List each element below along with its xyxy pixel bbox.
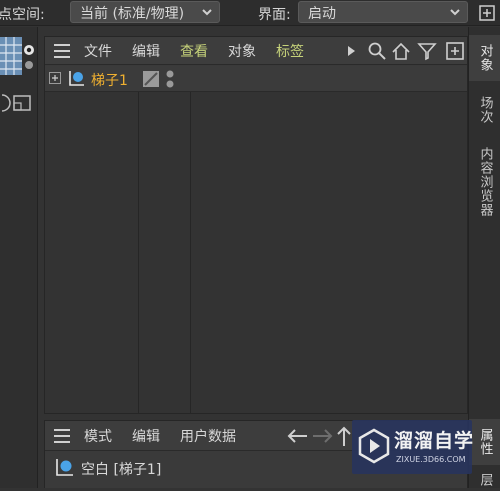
null-object-icon bbox=[69, 71, 84, 86]
object-manager-toolbar: 文件 编辑 查看 对象 标签 bbox=[45, 37, 467, 65]
object-name[interactable]: 梯子1 bbox=[91, 70, 128, 90]
viewport-grid-icon[interactable] bbox=[0, 37, 22, 75]
tab-objects[interactable]: 对象 bbox=[469, 35, 500, 81]
watermark-logo-icon bbox=[358, 428, 390, 464]
hamburger-menu-icon[interactable] bbox=[53, 428, 71, 444]
object-manager-panel: 文件 编辑 查看 对象 标签 梯子1 bbox=[44, 36, 468, 414]
arrow-forward-icon[interactable] bbox=[311, 427, 335, 445]
hamburger-menu-icon[interactable] bbox=[53, 43, 71, 59]
chevron-down-icon bbox=[450, 9, 460, 16]
watermark-title: 溜溜自学 bbox=[394, 430, 475, 452]
menu-edit[interactable]: 编辑 bbox=[132, 426, 160, 446]
chevron-down-icon bbox=[202, 9, 212, 16]
layout-dropdown[interactable]: 启动 bbox=[298, 1, 468, 23]
layer-visibility-icon[interactable] bbox=[143, 71, 159, 87]
layout-value: 启动 bbox=[308, 6, 336, 22]
expand-plus-icon[interactable] bbox=[49, 72, 61, 84]
arrow-up-icon[interactable] bbox=[337, 425, 351, 447]
column-divider bbox=[190, 66, 191, 413]
tab-content-browser[interactable]: 内容浏览器 bbox=[469, 137, 500, 227]
coordinate-space-value: 当前 (标准/物理) bbox=[80, 6, 185, 22]
tab-takes[interactable]: 场次 bbox=[469, 87, 500, 133]
watermark: 溜溜自学 ZIXUE.3D66.COM bbox=[352, 420, 475, 474]
selected-object-label: 空白 [梯子1] bbox=[81, 462, 162, 478]
null-object-icon bbox=[56, 459, 73, 476]
right-tab-bar: 对象 场次 内容浏览器 属性 层 bbox=[468, 27, 500, 488]
tree-row[interactable]: 梯子1 bbox=[45, 66, 467, 92]
coordinate-space-dropdown[interactable]: 当前 (标准/物理) bbox=[70, 1, 220, 23]
column-divider bbox=[138, 66, 139, 413]
filter-icon[interactable] bbox=[417, 41, 437, 61]
left-tool-strip bbox=[0, 27, 38, 488]
visibility-dots-icon[interactable] bbox=[165, 69, 175, 89]
top-bar: 点空间: 当前 (标准/物理) 界面: 启动 bbox=[0, 0, 500, 26]
layout-label: 界面: bbox=[258, 7, 291, 23]
menu-user-data[interactable]: 用户数据 bbox=[180, 426, 236, 446]
watermark-url: ZIXUE.3D66.COM bbox=[396, 455, 466, 464]
menu-file[interactable]: 文件 bbox=[84, 41, 112, 61]
menu-mode[interactable]: 模式 bbox=[84, 426, 112, 446]
menu-object[interactable]: 对象 bbox=[228, 41, 256, 61]
expand-icon[interactable] bbox=[478, 4, 496, 22]
play-triangle-icon[interactable] bbox=[345, 45, 357, 57]
object-tree: 梯子1 bbox=[45, 66, 467, 413]
menu-view[interactable]: 查看 bbox=[180, 41, 208, 61]
menu-tag[interactable]: 标签 bbox=[276, 41, 304, 61]
viewport-layout-icon[interactable] bbox=[0, 93, 36, 113]
arrow-back-icon[interactable] bbox=[285, 427, 309, 445]
search-icon[interactable] bbox=[367, 41, 387, 61]
coordinate-space-label: 点空间: bbox=[0, 7, 45, 23]
camera-icon[interactable] bbox=[22, 43, 36, 73]
menu-edit[interactable]: 编辑 bbox=[132, 41, 160, 61]
home-icon[interactable] bbox=[391, 41, 411, 61]
add-panel-icon[interactable] bbox=[445, 41, 465, 61]
